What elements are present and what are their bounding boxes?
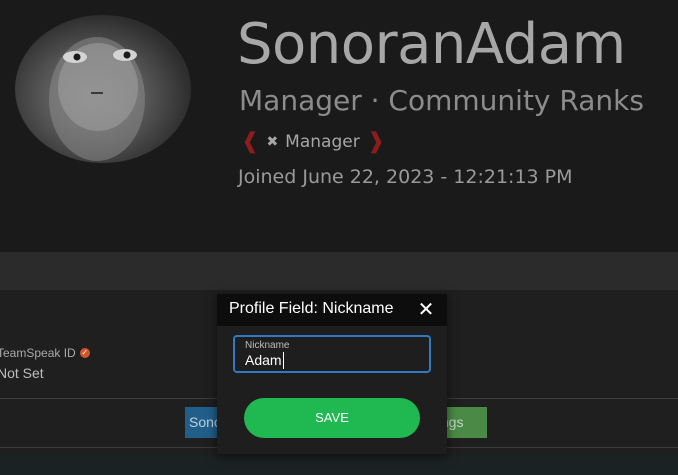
nickname-modal: Profile Field: Nickname ✕ Nickname Adam …	[217, 294, 447, 454]
rank-badge-label: Manager	[285, 132, 360, 152]
teamspeak-label-text: TeamSpeak ID	[0, 346, 76, 360]
profile-subtitle: Manager · Community Ranks	[239, 84, 644, 117]
crossed-arrows-icon: ✖	[266, 134, 279, 150]
modal-header: Profile Field: Nickname ✕	[217, 294, 447, 326]
joined-date: Joined June 22, 2023 - 12:21:13 PM	[238, 166, 573, 188]
nickname-input-label: Nickname	[245, 340, 290, 351]
nickname-input-value[interactable]: Adam	[245, 352, 284, 369]
profile-username: SonoranAdam	[237, 12, 626, 77]
teamspeak-field-label: TeamSpeak ID ✓	[0, 346, 90, 360]
modal-title: Profile Field: Nickname	[229, 300, 394, 317]
teamspeak-field-value: Not Set	[0, 365, 44, 381]
left-bracket-icon: ❰	[241, 129, 260, 154]
footer-strip	[0, 455, 678, 475]
right-bracket-icon: ❱	[366, 129, 386, 154]
nickname-input[interactable]: Nickname Adam	[233, 335, 431, 373]
profile-header: SonoranAdam Manager · Community Ranks ❰ …	[0, 0, 678, 252]
check-badge-icon: ✓	[79, 348, 90, 358]
close-icon[interactable]: ✕	[415, 297, 437, 321]
save-button[interactable]: SAVE	[244, 398, 420, 438]
avatar[interactable]	[15, 15, 191, 163]
profile-tabbar	[0, 252, 678, 290]
rank-badge: ❰ ✖ Manager ❱	[241, 130, 385, 154]
